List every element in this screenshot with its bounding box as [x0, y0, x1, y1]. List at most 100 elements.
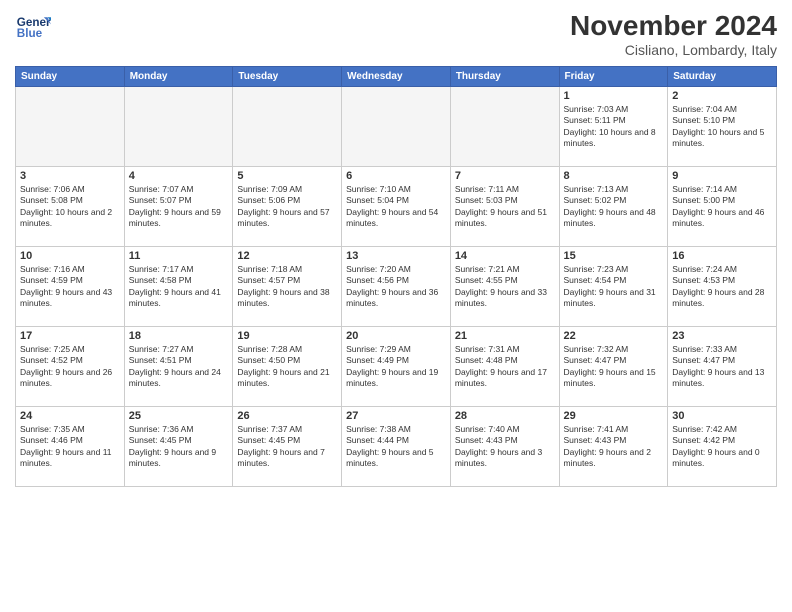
day-number: 19 — [237, 330, 337, 342]
day-number: 8 — [564, 170, 664, 182]
calendar-day-cell: 1 Sunrise: 7:03 AM Sunset: 5:11 PM Daylig… — [559, 87, 668, 167]
logo-icon: General Blue — [15, 10, 51, 46]
day-info: Sunrise: 7:33 AM Sunset: 4:47 PM Dayligh… — [672, 344, 772, 390]
day-number: 1 — [564, 90, 664, 102]
weekday-header: Friday — [559, 67, 668, 87]
day-number: 10 — [20, 250, 120, 262]
calendar-day-cell: 11 Sunrise: 7:17 AM Sunset: 4:58 PM Dayli… — [124, 247, 233, 327]
calendar-day-cell — [16, 87, 125, 167]
calendar-day-cell: 28 Sunrise: 7:40 AM Sunset: 4:43 PM Dayli… — [450, 407, 559, 487]
calendar-day-cell: 8 Sunrise: 7:13 AM Sunset: 5:02 PM Daylig… — [559, 167, 668, 247]
day-info: Sunrise: 7:09 AM Sunset: 5:06 PM Dayligh… — [237, 184, 337, 230]
weekday-header: Monday — [124, 67, 233, 87]
calendar-day-cell — [450, 87, 559, 167]
calendar-day-cell: 7 Sunrise: 7:11 AM Sunset: 5:03 PM Daylig… — [450, 167, 559, 247]
month-title: November 2024 — [570, 10, 777, 42]
day-number: 18 — [129, 330, 229, 342]
day-number: 17 — [20, 330, 120, 342]
calendar-day-cell: 21 Sunrise: 7:31 AM Sunset: 4:48 PM Dayli… — [450, 327, 559, 407]
calendar-day-cell — [233, 87, 342, 167]
day-number: 26 — [237, 410, 337, 422]
day-number: 14 — [455, 250, 555, 262]
calendar-week-row: 3Sunrise: 7:06 AM Sunset: 5:08 PM Daylig… — [16, 167, 777, 247]
day-info: Sunrise: 7:23 AM Sunset: 4:54 PM Dayligh… — [564, 264, 664, 310]
calendar-week-row: 10 Sunrise: 7:16 AM Sunset: 4:59 PM Dayli… — [16, 247, 777, 327]
calendar-day-cell: 16 Sunrise: 7:24 AM Sunset: 4:53 PM Dayli… — [668, 247, 777, 327]
calendar-day-cell: 6 Sunrise: 7:10 AM Sunset: 5:04 PM Daylig… — [342, 167, 451, 247]
calendar-day-cell: 9Sunrise: 7:14 AM Sunset: 5:00 PM Daylig… — [668, 167, 777, 247]
calendar-day-cell: 29Sunrise: 7:41 AM Sunset: 4:43 PM Dayli… — [559, 407, 668, 487]
day-info: Sunrise: 7:35 AM Sunset: 4:46 PM Dayligh… — [20, 424, 120, 470]
page-container: General Blue November 2024 Cisliano, Lom… — [0, 0, 792, 612]
day-info: Sunrise: 7:38 AM Sunset: 4:44 PM Dayligh… — [346, 424, 446, 470]
calendar-day-cell — [342, 87, 451, 167]
day-info: Sunrise: 7:31 AM Sunset: 4:48 PM Dayligh… — [455, 344, 555, 390]
day-info: Sunrise: 7:42 AM Sunset: 4:42 PM Dayligh… — [672, 424, 772, 470]
day-number: 24 — [20, 410, 120, 422]
calendar-day-cell: 18 Sunrise: 7:27 AM Sunset: 4:51 PM Dayli… — [124, 327, 233, 407]
weekday-header: Sunday — [16, 67, 125, 87]
day-info: Sunrise: 7:03 AM Sunset: 5:11 PM Dayligh… — [564, 104, 664, 150]
day-info: Sunrise: 7:18 AM Sunset: 4:57 PM Dayligh… — [237, 264, 337, 310]
calendar-day-cell: 10 Sunrise: 7:16 AM Sunset: 4:59 PM Dayli… — [16, 247, 125, 327]
day-info: Sunrise: 7:06 AM Sunset: 5:08 PM Dayligh… — [20, 184, 120, 230]
day-info: Sunrise: 7:11 AM Sunset: 5:03 PM Dayligh… — [455, 184, 555, 230]
day-number: 13 — [346, 250, 446, 262]
day-number: 22 — [564, 330, 664, 342]
day-number: 30 — [672, 410, 772, 422]
day-info: Sunrise: 7:27 AM Sunset: 4:51 PM Dayligh… — [129, 344, 229, 390]
calendar-day-cell: 4Sunrise: 7:07 AM Sunset: 5:07 PM Daylig… — [124, 167, 233, 247]
day-number: 23 — [672, 330, 772, 342]
title-block: November 2024 Cisliano, Lombardy, Italy — [570, 10, 777, 58]
calendar-day-cell: 25 Sunrise: 7:36 AM Sunset: 4:45 PM Dayli… — [124, 407, 233, 487]
day-number: 21 — [455, 330, 555, 342]
calendar-day-cell: 19 Sunrise: 7:28 AM Sunset: 4:50 PM Dayli… — [233, 327, 342, 407]
day-number: 28 — [455, 410, 555, 422]
day-number: 20 — [346, 330, 446, 342]
calendar-day-cell: 14 Sunrise: 7:21 AM Sunset: 4:55 PM Dayli… — [450, 247, 559, 327]
day-info: Sunrise: 7:14 AM Sunset: 5:00 PM Dayligh… — [672, 184, 772, 230]
calendar-day-cell: 2Sunrise: 7:04 AM Sunset: 5:10 PM Daylig… — [668, 87, 777, 167]
calendar-day-cell: 26Sunrise: 7:37 AM Sunset: 4:45 PM Dayli… — [233, 407, 342, 487]
day-info: Sunrise: 7:32 AM Sunset: 4:47 PM Dayligh… — [564, 344, 664, 390]
calendar-day-cell: 22 Sunrise: 7:32 AM Sunset: 4:47 PM Dayli… — [559, 327, 668, 407]
day-info: Sunrise: 7:24 AM Sunset: 4:53 PM Dayligh… — [672, 264, 772, 310]
day-info: Sunrise: 7:41 AM Sunset: 4:43 PM Dayligh… — [564, 424, 664, 470]
weekday-header: Wednesday — [342, 67, 451, 87]
day-number: 5 — [237, 170, 337, 182]
calendar-day-cell: 15 Sunrise: 7:23 AM Sunset: 4:54 PM Dayli… — [559, 247, 668, 327]
calendar-week-row: 17Sunrise: 7:25 AM Sunset: 4:52 PM Dayli… — [16, 327, 777, 407]
calendar-day-cell: 30 Sunrise: 7:42 AM Sunset: 4:42 PM Dayli… — [668, 407, 777, 487]
day-number: 6 — [346, 170, 446, 182]
day-info: Sunrise: 7:17 AM Sunset: 4:58 PM Dayligh… — [129, 264, 229, 310]
day-number: 4 — [129, 170, 229, 182]
calendar-day-cell: 20 Sunrise: 7:29 AM Sunset: 4:49 PM Dayli… — [342, 327, 451, 407]
calendar-week-row: 24 Sunrise: 7:35 AM Sunset: 4:46 PM Dayli… — [16, 407, 777, 487]
day-info: Sunrise: 7:10 AM Sunset: 5:04 PM Dayligh… — [346, 184, 446, 230]
calendar-day-cell: 5 Sunrise: 7:09 AM Sunset: 5:06 PM Daylig… — [233, 167, 342, 247]
calendar-day-cell: 24 Sunrise: 7:35 AM Sunset: 4:46 PM Dayli… — [16, 407, 125, 487]
weekday-header: Thursday — [450, 67, 559, 87]
day-info: Sunrise: 7:28 AM Sunset: 4:50 PM Dayligh… — [237, 344, 337, 390]
calendar-day-cell: 27 Sunrise: 7:38 AM Sunset: 4:44 PM Dayli… — [342, 407, 451, 487]
calendar-day-cell: 12 Sunrise: 7:18 AM Sunset: 4:57 PM Dayli… — [233, 247, 342, 327]
day-number: 27 — [346, 410, 446, 422]
day-info: Sunrise: 7:20 AM Sunset: 4:56 PM Dayligh… — [346, 264, 446, 310]
day-number: 25 — [129, 410, 229, 422]
calendar-day-cell — [124, 87, 233, 167]
day-number: 7 — [455, 170, 555, 182]
calendar-week-row: 1 Sunrise: 7:03 AM Sunset: 5:11 PM Daylig… — [16, 87, 777, 167]
svg-text:Blue: Blue — [17, 27, 43, 40]
day-number: 12 — [237, 250, 337, 262]
day-info: Sunrise: 7:40 AM Sunset: 4:43 PM Dayligh… — [455, 424, 555, 470]
day-info: Sunrise: 7:21 AM Sunset: 4:55 PM Dayligh… — [455, 264, 555, 310]
day-number: 16 — [672, 250, 772, 262]
day-info: Sunrise: 7:16 AM Sunset: 4:59 PM Dayligh… — [20, 264, 120, 310]
day-info: Sunrise: 7:29 AM Sunset: 4:49 PM Dayligh… — [346, 344, 446, 390]
day-number: 15 — [564, 250, 664, 262]
logo: General Blue — [15, 10, 51, 46]
day-number: 11 — [129, 250, 229, 262]
day-info: Sunrise: 7:36 AM Sunset: 4:45 PM Dayligh… — [129, 424, 229, 470]
day-number: 2 — [672, 90, 772, 102]
day-info: Sunrise: 7:13 AM Sunset: 5:02 PM Dayligh… — [564, 184, 664, 230]
